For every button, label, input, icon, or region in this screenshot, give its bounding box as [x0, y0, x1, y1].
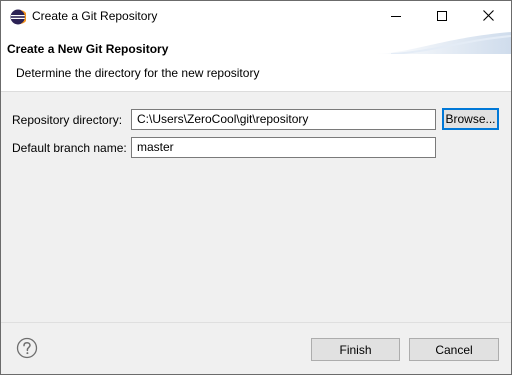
cancel-button[interactable]: Cancel [409, 338, 499, 361]
window-title: Create a Git Repository [32, 9, 158, 23]
page-title: Create a New Git Repository [7, 42, 169, 56]
title-bar[interactable]: Create a Git Repository [1, 1, 511, 32]
repository-directory-input[interactable] [131, 109, 436, 130]
close-button[interactable] [465, 1, 511, 32]
finish-button[interactable]: Finish [311, 338, 400, 361]
page-description: Determine the directory for the new repo… [16, 66, 260, 80]
default-branch-label: Default branch name: [12, 141, 127, 155]
dialog-window: Create a Git Repository Create a New Git… [0, 0, 512, 375]
minimize-button[interactable] [373, 1, 419, 32]
close-icon [482, 9, 494, 24]
repository-directory-label: Repository directory: [12, 113, 123, 127]
wizard-banner: Create a New Git Repository Determine th… [1, 32, 511, 92]
minimize-icon [391, 10, 401, 24]
help-icon [16, 337, 38, 362]
banner-decoration [371, 32, 511, 54]
browse-button[interactable]: Browse... [442, 108, 499, 130]
maximize-icon [437, 10, 447, 24]
eclipse-icon [10, 9, 28, 25]
help-button[interactable] [16, 337, 38, 359]
default-branch-input[interactable] [131, 137, 436, 158]
maximize-button[interactable] [419, 1, 465, 32]
footer-separator [1, 322, 511, 323]
